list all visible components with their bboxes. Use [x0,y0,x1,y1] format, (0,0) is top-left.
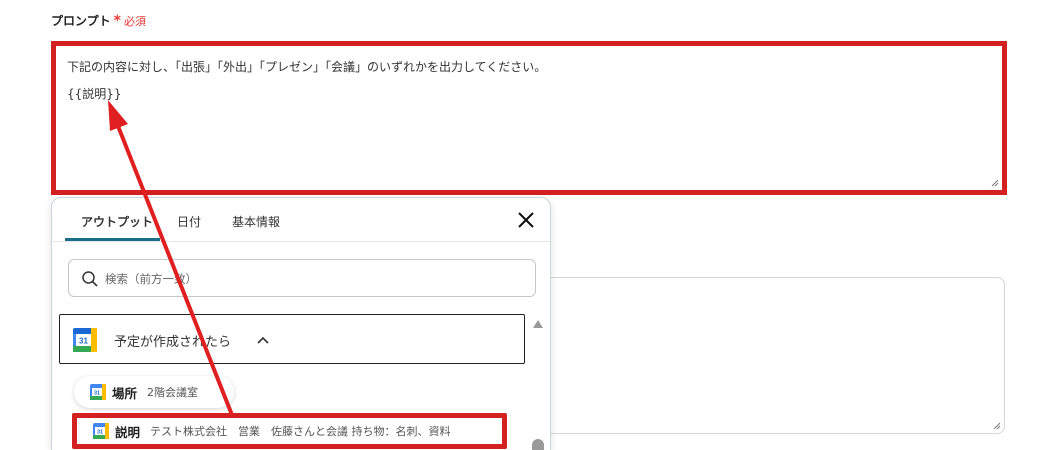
trigger-group-header[interactable]: 31 予定が作成されたら [59,314,525,364]
svg-text:31: 31 [97,430,103,436]
google-calendar-icon: 31 [90,384,106,400]
svg-text:31: 31 [79,337,88,346]
search-input[interactable] [105,269,525,289]
scrollbar-thumb[interactable] [532,439,544,450]
prompt-text-line1: 下記の内容に対し、「出張」「外出」「プレゼン」「会議」のいずれかを出力してくださ… [67,60,547,74]
variable-picker-popup: アウトプット 日付 基本情報 31 予定が作成されたら [51,197,551,450]
required-asterisk: * [113,12,121,29]
resize-grip-icon[interactable] [991,179,999,187]
output-item-description[interactable]: 31 説明 テスト株式会社 営業 佐藤さんと会議 持ち物：名刺、資料 [72,413,507,449]
search-icon [82,271,98,287]
prompt-variable-token: {{説明}} [67,87,122,101]
prompt-textarea[interactable]: 下記の内容に対し、「出張」「外出」「プレゼン」「会議」のいずれかを出力してくださ… [51,41,1007,195]
close-icon[interactable] [515,209,537,231]
chevron-up-icon[interactable] [257,335,269,345]
secondary-textarea[interactable] [540,277,1005,434]
output-item-location[interactable]: 31 場所 2階会議室 [74,376,234,408]
svg-text:31: 31 [94,391,100,397]
active-tab-indicator [65,238,160,241]
required-text: 必須 [123,14,146,28]
item-key: 場所 [112,385,138,401]
tab-bar: アウトプット 日付 基本情報 [52,198,550,242]
item-value: テスト株式会社 営業 佐藤さんと会議 持ち物：名刺、資料 [150,425,451,438]
item-key: 説明 [115,424,141,440]
tab-output[interactable]: アウトプット [81,213,153,230]
item-value: 2階会議室 [147,386,199,399]
tab-basic-info[interactable]: 基本情報 [232,213,280,230]
resize-grip-icon[interactable] [993,422,1001,430]
scroll-up-icon[interactable] [532,319,544,329]
prompt-field-label: プロンプト * 必須 [51,12,146,29]
google-calendar-icon: 31 [93,423,109,439]
google-calendar-icon: 31 [73,328,97,352]
tab-date[interactable]: 日付 [177,213,201,230]
trigger-label: 予定が作成されたら [114,335,232,350]
prompt-label-text: プロンプト [51,14,111,28]
search-box [68,259,536,297]
